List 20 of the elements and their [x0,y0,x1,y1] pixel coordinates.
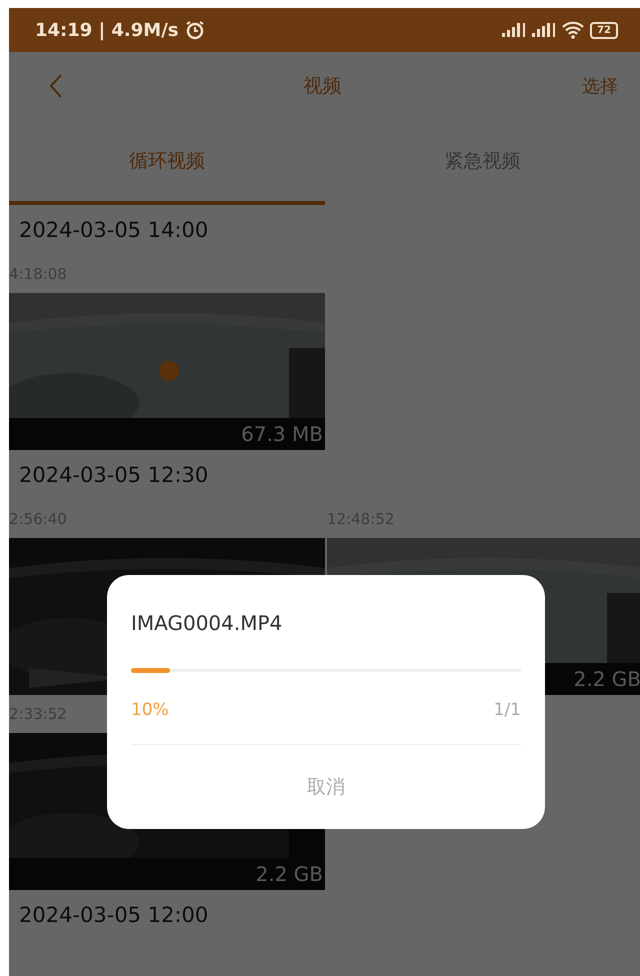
file-size: 2.2 GB [256,862,324,886]
file-name: IMAG0004.MP4 [131,611,284,635]
select-link[interactable]: 选择 [582,74,618,98]
wifi-icon [562,21,584,39]
signal-icon [502,23,526,37]
date-heading: 2024-03-05 14:00 [18,217,210,244]
file-count: 1/1 [494,700,521,720]
signal-icon [532,23,556,37]
page-title: 视频 [304,74,342,99]
battery-icon: 72 [590,22,618,38]
cancel-button[interactable]: 取消 [131,745,521,829]
date-heading: 2024-03-05 12:30 [18,462,210,489]
date-heading: 2024-03-05 12:00 [18,902,210,929]
alarm-clock-icon [184,20,204,40]
progress-percent: 10% [131,700,169,720]
status-time: 14:19 | 4.9M/s [35,20,178,40]
file-size: 67.3 MB [241,422,324,446]
tab[interactable]: 循环视频 [9,120,324,205]
file-size: 2.2 GB [574,667,640,691]
back-icon[interactable] [49,73,63,99]
